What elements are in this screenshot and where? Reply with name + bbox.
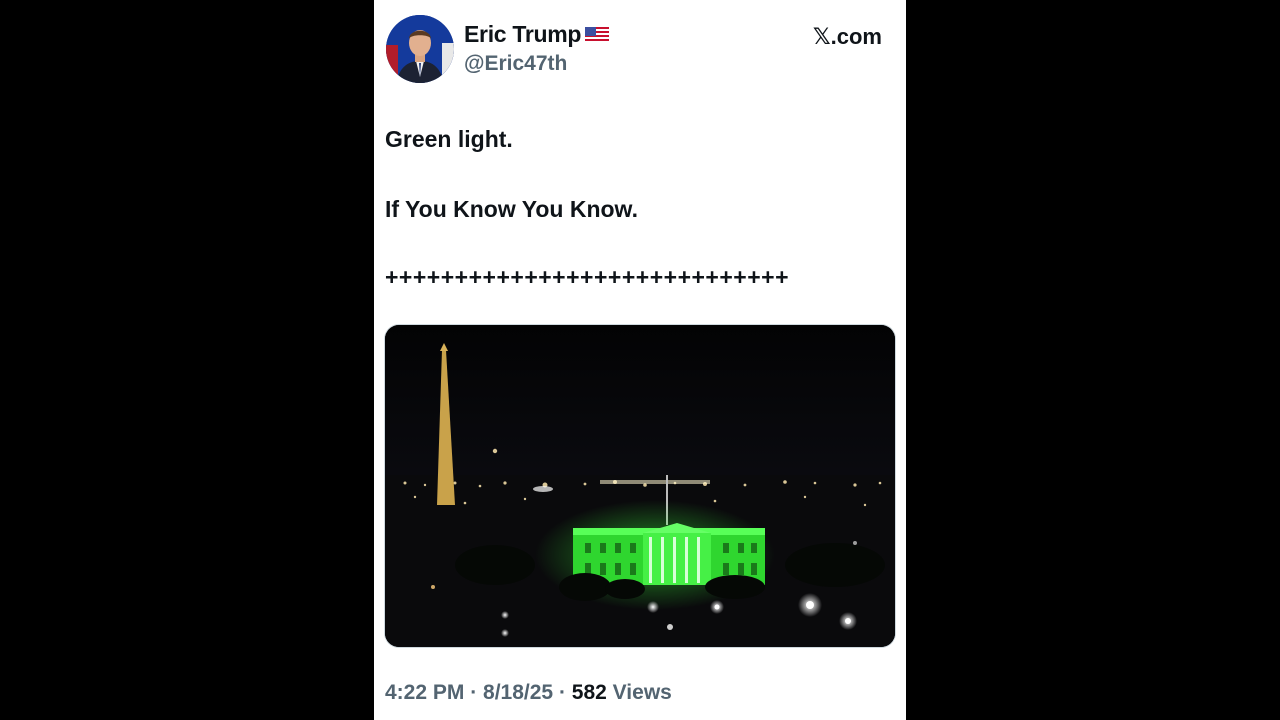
brand-suffix: .com	[830, 24, 882, 49]
tweet-card: Eric Trump @Eric47th 𝕏.com Green light. …	[374, 0, 906, 720]
meta-separator: ·	[464, 681, 484, 704]
x-com-logo: 𝕏.com	[813, 24, 882, 50]
avatar[interactable]	[386, 15, 454, 83]
views-count: 582	[571, 681, 607, 704]
tweet-text-line-1: Green light.	[385, 126, 513, 152]
author-name[interactable]: Eric Trump	[464, 21, 581, 48]
us-flag-icon	[585, 26, 610, 43]
views-label: Views	[606, 681, 672, 704]
tweet-media-image[interactable]	[385, 325, 895, 647]
meta-separator: ·	[553, 681, 572, 704]
profile-photo-icon	[386, 15, 454, 83]
x-logo-icon: 𝕏	[812, 25, 831, 50]
tweet-date[interactable]: 8/18/25	[483, 681, 553, 704]
author-handle[interactable]: @Eric47th	[464, 52, 567, 76]
tweet-meta: 4:22 PM · 8/18/25 · 582 Views	[385, 681, 672, 705]
author-name-row: Eric Trump	[464, 21, 610, 48]
tweet-text-line-3: +++++++++++++++++++++++++++++	[385, 264, 790, 290]
tweet-text-line-2: If You Know You Know.	[385, 196, 638, 222]
tweet-time[interactable]: 4:22 PM	[385, 681, 464, 704]
night-photo-white-house-green-icon	[385, 325, 895, 647]
